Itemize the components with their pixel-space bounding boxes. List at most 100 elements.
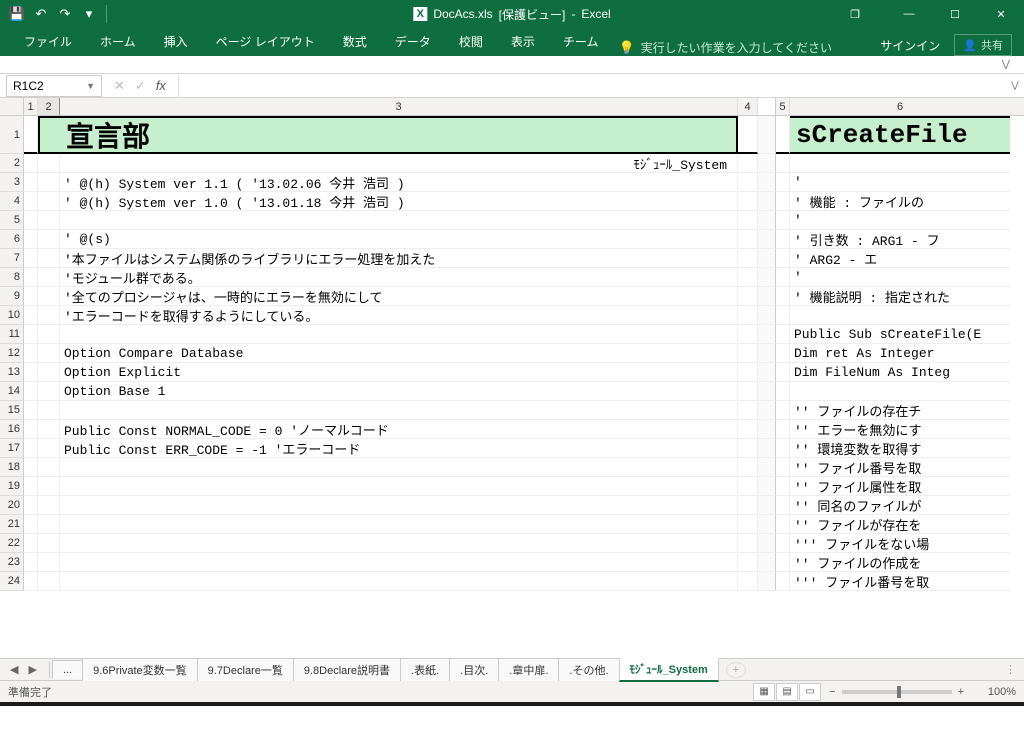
cell[interactable] bbox=[24, 420, 38, 439]
save-icon[interactable]: 💾 bbox=[6, 3, 28, 25]
view-page-layout-icon[interactable]: ▤ bbox=[776, 683, 798, 701]
col-header[interactable]: 5 bbox=[776, 98, 790, 115]
cell[interactable] bbox=[776, 268, 790, 287]
cell[interactable] bbox=[738, 249, 758, 268]
cell[interactable] bbox=[776, 116, 790, 154]
select-all[interactable] bbox=[0, 98, 24, 115]
split-handle[interactable] bbox=[758, 98, 776, 115]
sheet-tab[interactable]: .目次. bbox=[449, 658, 499, 681]
cell[interactable] bbox=[776, 363, 790, 382]
cell[interactable]: ' ARG2 - エ bbox=[790, 249, 1010, 268]
cell[interactable] bbox=[24, 458, 38, 477]
cell[interactable] bbox=[38, 382, 60, 401]
cell[interactable] bbox=[38, 363, 60, 382]
cell[interactable]: Public Const NORMAL_CODE = 0 'ノーマルコード bbox=[60, 420, 738, 439]
cell[interactable] bbox=[790, 306, 1010, 325]
cell[interactable] bbox=[738, 420, 758, 439]
col-header[interactable]: 6 bbox=[790, 98, 1010, 115]
cell[interactable] bbox=[60, 325, 738, 344]
share-button[interactable]: 👤 共有 bbox=[954, 34, 1012, 56]
signin-link[interactable]: サインイン bbox=[880, 37, 940, 54]
cell[interactable] bbox=[24, 515, 38, 534]
cell[interactable] bbox=[24, 363, 38, 382]
cell[interactable]: ' 引き数 : ARG1 - フ bbox=[790, 230, 1010, 249]
sheet-tab-active[interactable]: ﾓｼﾞｭｰﾙ_System bbox=[619, 657, 719, 682]
row-header[interactable]: 17 bbox=[0, 439, 24, 458]
add-sheet-icon[interactable]: + bbox=[726, 662, 746, 678]
cell[interactable] bbox=[38, 572, 60, 591]
cell[interactable] bbox=[38, 268, 60, 287]
cell[interactable] bbox=[38, 344, 60, 363]
cell[interactable] bbox=[776, 173, 790, 192]
qat-customize-icon[interactable]: ▾ bbox=[78, 3, 100, 25]
fx-icon[interactable]: fx bbox=[156, 78, 166, 93]
cell[interactable] bbox=[790, 154, 1010, 173]
cell[interactable]: Option Base 1 bbox=[60, 382, 738, 401]
cell[interactable] bbox=[60, 515, 738, 534]
cell[interactable]: Option Compare Database bbox=[60, 344, 738, 363]
tab-file[interactable]: ファイル bbox=[10, 27, 86, 56]
cell[interactable] bbox=[38, 249, 60, 268]
cell[interactable]: ' @(h) System ver 1.0 ( '13.01.18 今井 浩司 … bbox=[60, 192, 738, 211]
cell[interactable] bbox=[738, 325, 758, 344]
cell[interactable] bbox=[60, 211, 738, 230]
row-header[interactable]: 9 bbox=[0, 287, 24, 306]
cell[interactable] bbox=[790, 382, 1010, 401]
cell[interactable] bbox=[776, 496, 790, 515]
collapse-ribbon-icon[interactable]: ⋁ bbox=[1002, 59, 1010, 70]
cell[interactable] bbox=[24, 154, 38, 173]
cell[interactable] bbox=[24, 268, 38, 287]
row-header[interactable]: 21 bbox=[0, 515, 24, 534]
cell[interactable] bbox=[776, 458, 790, 477]
cell[interactable] bbox=[24, 173, 38, 192]
cell[interactable] bbox=[776, 420, 790, 439]
cell[interactable] bbox=[738, 401, 758, 420]
cell[interactable] bbox=[60, 401, 738, 420]
cell[interactable] bbox=[738, 439, 758, 458]
cell[interactable]: '' ファイルが存在を bbox=[790, 515, 1010, 534]
row-header[interactable]: 5 bbox=[0, 211, 24, 230]
cell[interactable] bbox=[24, 496, 38, 515]
cell[interactable] bbox=[24, 192, 38, 211]
row-header[interactable]: 8 bbox=[0, 268, 24, 287]
cell[interactable] bbox=[38, 420, 60, 439]
cell[interactable] bbox=[738, 572, 758, 591]
cell[interactable] bbox=[776, 306, 790, 325]
cell[interactable] bbox=[738, 230, 758, 249]
cell[interactable]: ' @(s) bbox=[60, 230, 738, 249]
header-left-cell[interactable]: 宣言部 bbox=[60, 116, 738, 154]
cell[interactable] bbox=[776, 553, 790, 572]
row-header[interactable]: 3 bbox=[0, 173, 24, 192]
col-header[interactable]: 3 bbox=[60, 98, 738, 115]
module-label[interactable]: ﾓｼﾞｭｰﾙ_System bbox=[60, 154, 738, 173]
cell[interactable] bbox=[776, 534, 790, 553]
cell[interactable] bbox=[38, 477, 60, 496]
cell[interactable] bbox=[776, 344, 790, 363]
cell[interactable] bbox=[776, 211, 790, 230]
row-header[interactable]: 11 bbox=[0, 325, 24, 344]
col-header[interactable]: 1 bbox=[24, 98, 38, 115]
cell[interactable] bbox=[24, 211, 38, 230]
view-page-break-icon[interactable]: ▭ bbox=[799, 683, 821, 701]
cell[interactable] bbox=[38, 534, 60, 553]
cancel-formula-icon[interactable]: ✕ bbox=[114, 78, 125, 94]
cell[interactable] bbox=[38, 325, 60, 344]
cell[interactable]: 'モジュール群である。 bbox=[60, 268, 738, 287]
tab-formulas[interactable]: 数式 bbox=[329, 27, 381, 56]
row-header[interactable]: 2 bbox=[0, 154, 24, 173]
cell[interactable] bbox=[776, 401, 790, 420]
cell[interactable] bbox=[738, 287, 758, 306]
cell[interactable] bbox=[38, 515, 60, 534]
cell[interactable]: ' bbox=[790, 268, 1010, 287]
row-header[interactable]: 12 bbox=[0, 344, 24, 363]
header-right-cell[interactable]: sCreateFile bbox=[790, 116, 1010, 154]
cell[interactable] bbox=[738, 344, 758, 363]
cell[interactable] bbox=[776, 477, 790, 496]
cell[interactable] bbox=[738, 458, 758, 477]
redo-icon[interactable]: ↷ bbox=[54, 3, 76, 25]
cell[interactable] bbox=[738, 496, 758, 515]
col-header[interactable]: 2 bbox=[38, 98, 60, 115]
cell[interactable] bbox=[38, 173, 60, 192]
cell[interactable] bbox=[38, 192, 60, 211]
cell[interactable] bbox=[60, 534, 738, 553]
